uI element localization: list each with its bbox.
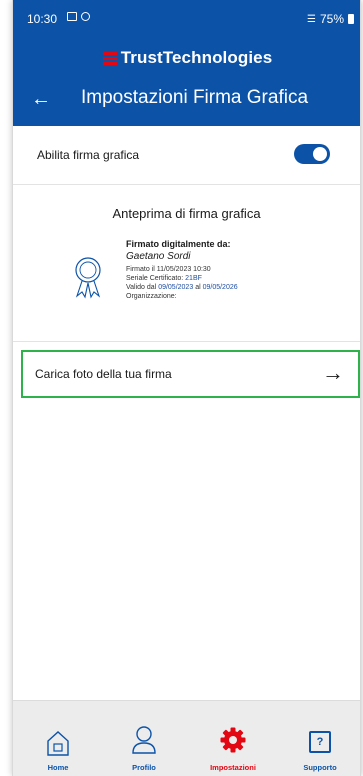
nav-profile[interactable]: Profilo (109, 701, 179, 776)
profile-icon (132, 726, 156, 754)
certificate-seal-icon (75, 257, 101, 299)
valid-to: 09/05/2026 (202, 284, 238, 291)
organization-label: Organizzazione: (126, 293, 177, 300)
status-bar: 10:30 ☰ 75% (13, 0, 360, 38)
phone-screen: 10:30 ☰ 75% TrustTechnologies ← Impostaz… (12, 0, 361, 776)
valid-from: 09/05/2023 (158, 284, 194, 291)
logo-mark-icon (102, 51, 117, 65)
help-icon: ? (309, 731, 331, 753)
nav-settings-label: Impostazioni (210, 763, 256, 772)
nav-home-label: Home (47, 763, 69, 772)
serial-value: 21BF (185, 275, 202, 282)
nav-settings[interactable]: Impostazioni (198, 701, 268, 776)
gear-icon (220, 727, 246, 753)
status-time: 10:30 (27, 12, 58, 26)
signed-on: Firmato il 11/05/2023 10:30 (126, 266, 211, 273)
wifi-signal-icon: ☰ (307, 13, 316, 25)
signer-name: Gaetano Sordi (126, 251, 191, 262)
nav-home[interactable]: Home (23, 701, 93, 776)
signed-by-label: Firmato digitalmente da: (126, 239, 231, 249)
arrow-right-icon: → (322, 360, 344, 385)
upload-label: Carica foto della tua firma (35, 367, 172, 381)
brand-name: TrustTechnologies (120, 48, 273, 67)
serial-line: Seriale Certificato: 21BF (126, 275, 202, 282)
preview-title: Anteprima di firma grafica (112, 206, 261, 221)
battery-icon (348, 14, 354, 24)
toggle-knob (313, 147, 327, 161)
battery-percent: 75% (319, 12, 344, 26)
enable-signature-toggle[interactable] (294, 144, 330, 164)
home-icon (47, 731, 69, 756)
nav-support[interactable]: ? Supporto (285, 701, 355, 776)
nav-profile-label: Profilo (132, 763, 156, 772)
signature-preview: Anteprima di firma grafica Firmato digit… (13, 186, 360, 342)
app-header: 10:30 ☰ 75% TrustTechnologies ← Impostaz… (13, 0, 360, 126)
nav-support-label: Supporto (303, 763, 337, 772)
signature-details: Firmato digitalmente da: Gaetano Sordi F… (126, 239, 238, 300)
enable-signature-row: Abilita firma grafica (13, 127, 360, 185)
image-notification-icon (67, 12, 77, 21)
upload-signature-photo-button[interactable]: Carica foto della tua firma → (21, 350, 360, 398)
notification-icon (81, 12, 90, 21)
toggle-label: Abilita firma grafica (37, 148, 140, 162)
validity-line: Valido dal 09/05/2023 al 09/05/2026 (126, 284, 238, 291)
bottom-navigation: Home Profilo Impostazioni ? Supporto (13, 700, 360, 776)
back-arrow-icon[interactable]: ← (31, 86, 51, 112)
page-title: Impostazioni Firma Grafica (81, 87, 309, 108)
brand-logo: TrustTechnologies (13, 48, 360, 68)
